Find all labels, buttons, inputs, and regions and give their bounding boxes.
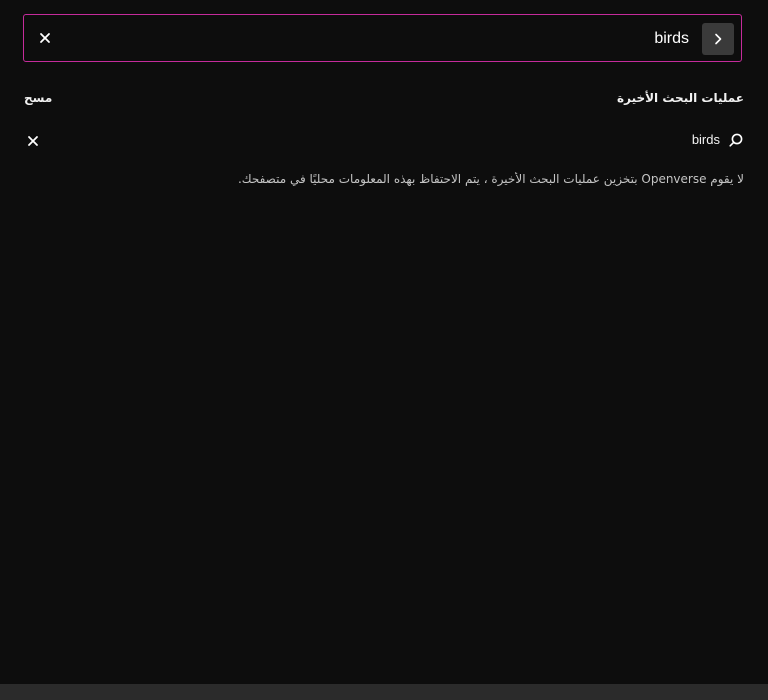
close-icon[interactable] (22, 130, 44, 152)
recent-search-term[interactable]: birds (692, 132, 720, 147)
search-icon (726, 130, 746, 150)
recent-searches-notice: لا يقوم Openverse بتخزين عمليات البحث ال… (237, 172, 744, 186)
search-bar (23, 14, 742, 62)
recent-searches-header: عمليات البحث الأخيرة مسح (24, 88, 744, 112)
chevron-right-icon (715, 33, 722, 45)
search-page: عمليات البحث الأخيرة مسح birds لا يقوم O… (0, 0, 768, 700)
clear-recent-button[interactable]: مسح (24, 91, 52, 105)
search-input[interactable] (74, 25, 693, 53)
recent-search-item[interactable]: birds (20, 126, 748, 154)
search-submit-button[interactable] (702, 23, 734, 55)
bottom-bar (0, 684, 768, 700)
recent-searches-title: عمليات البحث الأخيرة (617, 91, 744, 105)
close-icon[interactable] (33, 26, 57, 50)
